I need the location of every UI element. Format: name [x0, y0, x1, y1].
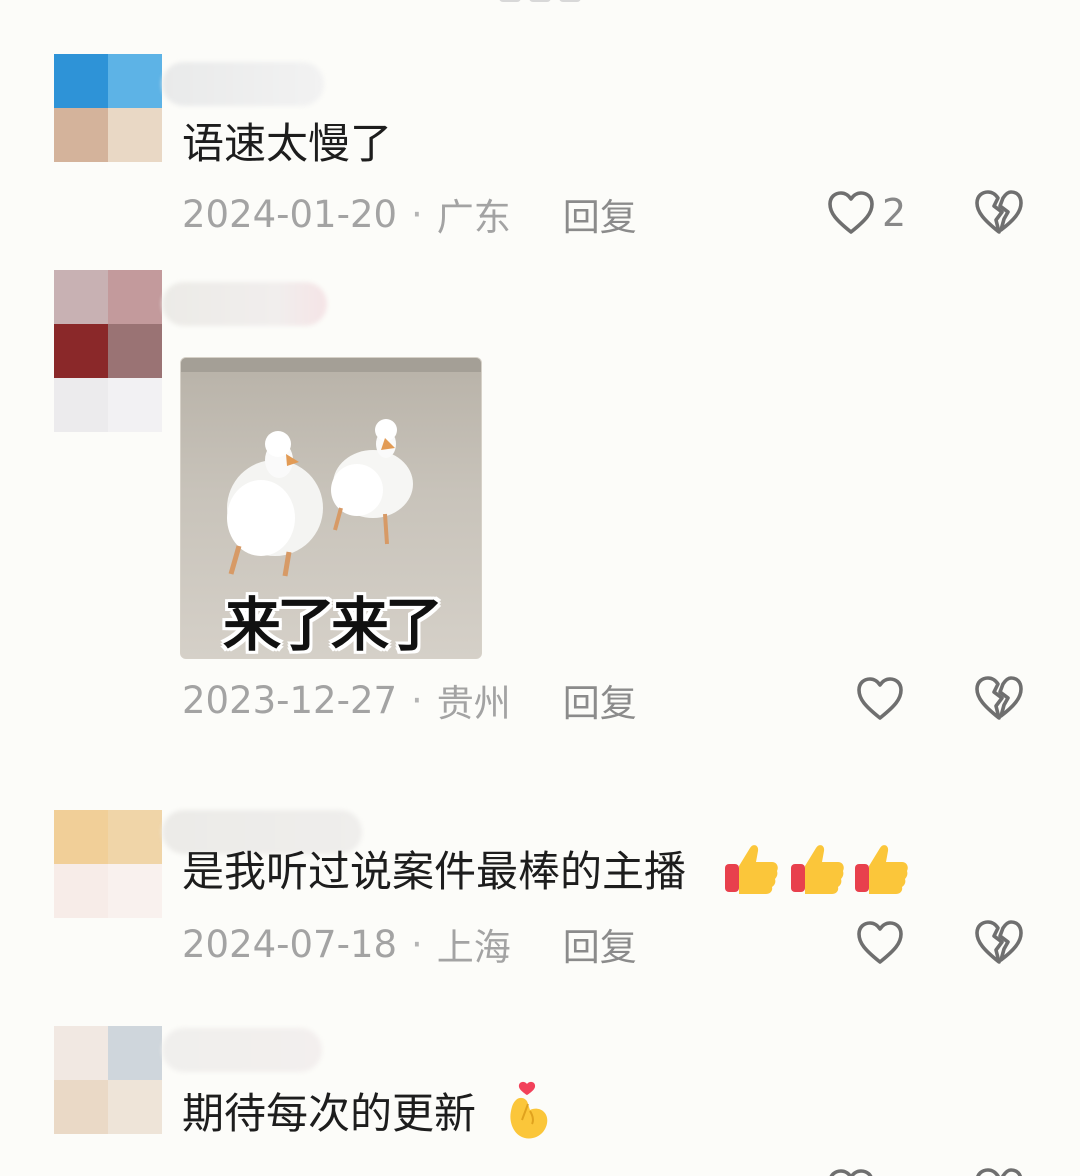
like-button[interactable]: [855, 672, 905, 726]
comment-item: 是我听过说案件最棒的主播 2024-07-18 · 上海 回复: [0, 760, 1080, 1000]
username-blurred[interactable]: [162, 1028, 322, 1072]
like-count: 2: [882, 191, 907, 235]
dislike-button[interactable]: [973, 1166, 1025, 1176]
avatar[interactable]: [54, 270, 162, 432]
comment-date: 2024-01-20: [182, 192, 398, 236]
comment-date: 2023-12-27: [182, 678, 398, 722]
sticker-caption: 来了来了: [222, 591, 443, 659]
meta-separator: ·: [411, 678, 423, 722]
comment-location: 贵州: [436, 682, 511, 725]
comment-location: 上海: [436, 926, 511, 969]
username-blurred[interactable]: [162, 62, 324, 106]
comment-item: 期待每次的更新: [0, 1000, 1080, 1176]
meta-separator: ·: [411, 192, 423, 236]
thumbs-up-emoji: [852, 840, 910, 902]
broken-heart-icon: [975, 920, 1023, 964]
heart-outline-icon: [857, 921, 903, 964]
comment-meta: 2024-01-20 · 广东 回复: [182, 187, 637, 241]
comment-text: 期待每次的更新: [182, 1089, 477, 1138]
avatar[interactable]: [54, 810, 162, 918]
like-button[interactable]: [855, 916, 905, 970]
comment-meta: 2024-07-18 · 上海 回复: [182, 917, 637, 971]
comment-location: 广东: [436, 196, 511, 239]
heart-outline-icon: [828, 191, 874, 234]
comment-item: 语速太慢了 2024-01-20 · 广东 回复 2: [0, 0, 1080, 260]
meta-separator: ·: [411, 922, 423, 966]
reply-button[interactable]: 回复: [563, 673, 637, 727]
thumbs-up-emoji: [788, 840, 846, 902]
heart-outline-icon: [857, 677, 903, 720]
broken-heart-icon: [975, 676, 1023, 720]
comment-date: 2024-07-18: [182, 922, 398, 966]
finger-heart-emoji: [500, 1080, 556, 1148]
dislike-button[interactable]: [973, 674, 1025, 726]
sticker-image[interactable]: 来了来了: [180, 357, 482, 659]
comment-meta: [182, 1160, 234, 1176]
comment-meta: 2023-12-27 · 贵州 回复: [182, 673, 637, 727]
broken-heart-icon: [976, 1168, 1023, 1176]
dislike-button[interactable]: [973, 188, 1025, 240]
reply-button[interactable]: 回复: [563, 917, 637, 971]
like-button[interactable]: 2: [826, 186, 906, 240]
heart-outline-icon: [829, 1169, 873, 1176]
avatar[interactable]: [54, 54, 162, 162]
dislike-button[interactable]: [973, 918, 1025, 970]
like-button[interactable]: [826, 1164, 882, 1176]
thumbs-up-emoji: [722, 840, 780, 902]
broken-heart-icon: [975, 190, 1023, 234]
reply-button[interactable]: 回复: [563, 187, 637, 241]
username-blurred[interactable]: [162, 282, 327, 326]
comment-text: 是我听过说案件最棒的主播: [182, 847, 687, 896]
comment-text: 语速太慢了: [182, 119, 393, 168]
avatar[interactable]: [54, 1026, 162, 1134]
